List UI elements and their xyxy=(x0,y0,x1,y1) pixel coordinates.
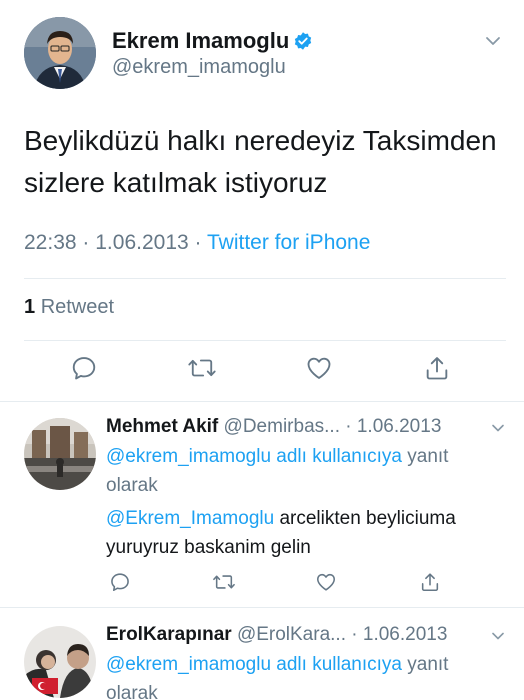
meta-separator: · xyxy=(351,624,358,645)
reply-author-name[interactable]: ErolKarapınar xyxy=(106,624,232,645)
tweet-text-line-1: Beylikdüzü halkı neredeyiz Taksimden xyxy=(24,125,497,156)
avatar-photo-icon xyxy=(24,17,96,89)
reply-button[interactable] xyxy=(106,568,134,596)
like-button[interactable] xyxy=(301,350,337,386)
reply-avatar[interactable] xyxy=(24,626,96,698)
reply-text-line-1: arcelikten beyliciuma xyxy=(274,508,456,529)
retweet-button[interactable] xyxy=(210,568,238,596)
chevron-down-icon[interactable] xyxy=(490,628,506,644)
reply-date[interactable]: 1.06.2013 xyxy=(363,624,448,645)
retweet-icon xyxy=(213,575,235,589)
reply-context-mention[interactable]: @ekrem_imamoglu adlı kullanıcıya xyxy=(106,654,402,675)
reply-context: @ekrem_imamoglu adlı kullanıcıya yanıt o… xyxy=(106,442,506,500)
meta-separator: · xyxy=(194,231,202,254)
reply-author-handle[interactable]: @ErolKara... xyxy=(237,624,346,645)
tweet-text: Beylikdüzü halkı neredeyiz Taksimden siz… xyxy=(24,120,504,204)
reply-icon xyxy=(111,573,129,592)
reply-context-suffix: yanıt xyxy=(401,654,449,675)
reply-context-mention[interactable]: @ekrem_imamoglu adlı kullanıcıya xyxy=(106,446,402,467)
reply-tweet[interactable]: ErolKarapınar @ErolKara... · 1.06.2013 @… xyxy=(0,608,524,700)
main-tweet: Ekrem Imamoglu @ekrem_imamoglu Beylikdüz… xyxy=(0,0,524,402)
like-button[interactable] xyxy=(312,568,340,596)
reply-action-bar xyxy=(0,568,524,598)
verified-badge-icon xyxy=(295,32,312,50)
tweet-action-bar xyxy=(0,350,524,390)
tweet-time: 22:38 xyxy=(24,231,77,254)
reply-context-suffix: yanıt xyxy=(401,446,449,467)
retweet-label: Retweet xyxy=(40,296,115,318)
tweet-source-link[interactable]: Twitter for iPhone xyxy=(207,231,370,254)
reply-header: Mehmet Akif @Demirbas... · 1.06.2013 xyxy=(106,416,486,438)
share-icon xyxy=(426,357,448,380)
author-handle[interactable]: @ekrem_imamoglu xyxy=(112,56,286,79)
reply-context: @ekrem_imamoglu adlı kullanıcıya yanıt o… xyxy=(106,650,506,700)
reply-header: ErolKarapınar @ErolKara... · 1.06.2013 xyxy=(106,624,486,646)
divider xyxy=(24,278,506,279)
retweet-button[interactable] xyxy=(184,350,220,386)
tweet-date: 1.06.2013 xyxy=(95,231,189,254)
reply-author-name[interactable]: Mehmet Akif xyxy=(106,416,218,437)
reply-avatar[interactable] xyxy=(24,418,96,490)
share-button[interactable] xyxy=(419,350,455,386)
reply-text: @Ekrem_Imamoglu arcelikten beyliciuma yu… xyxy=(106,504,506,562)
reply-text-mention[interactable]: @Ekrem_Imamoglu xyxy=(106,508,274,529)
reply-text-line-2: yuruyruz baskanim gelin xyxy=(106,537,311,558)
reply-context-line-2: olarak xyxy=(106,683,158,700)
reply-author-handle[interactable]: @Demirbas... xyxy=(224,416,340,437)
divider xyxy=(24,340,506,341)
reply-button[interactable] xyxy=(66,350,102,386)
reply-icon xyxy=(72,357,96,380)
tweet-text-line-2: sizlere katılmak istiyoruz xyxy=(24,167,328,198)
tweet-meta: 22:38 · 1.06.2013 · Twitter for iPhone xyxy=(24,231,370,255)
avatar-photo-icon xyxy=(24,626,96,698)
retweet-stats[interactable]: 1 Retweet xyxy=(24,296,114,319)
heart-icon xyxy=(316,573,336,591)
author-avatar[interactable] xyxy=(24,17,96,89)
meta-separator: · xyxy=(82,231,90,254)
author-name[interactable]: Ekrem Imamoglu xyxy=(112,28,289,53)
retweet-icon xyxy=(188,359,216,377)
heart-icon xyxy=(307,357,331,379)
retweet-count: 1 xyxy=(24,296,36,318)
share-icon xyxy=(421,573,439,592)
reply-tweet[interactable]: Mehmet Akif @Demirbas... · 1.06.2013 @ek… xyxy=(0,402,524,608)
share-button[interactable] xyxy=(416,568,444,596)
chevron-down-icon[interactable] xyxy=(484,32,502,50)
reply-context-line-2: olarak xyxy=(106,475,158,496)
meta-separator: · xyxy=(345,416,352,437)
reply-date[interactable]: 1.06.2013 xyxy=(357,416,442,437)
author-name-row[interactable]: Ekrem Imamoglu xyxy=(112,28,313,54)
avatar-photo-icon xyxy=(24,418,96,490)
chevron-down-icon[interactable] xyxy=(490,420,506,436)
